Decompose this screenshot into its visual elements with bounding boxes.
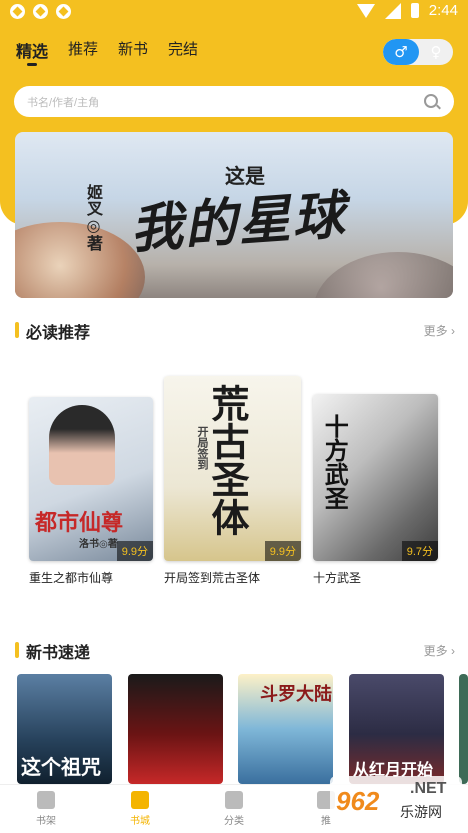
section-accent-bar xyxy=(15,322,19,338)
book-cover[interactable] xyxy=(459,674,468,784)
category-icon xyxy=(225,791,243,809)
must-read-header: 必读推荐 更多 › xyxy=(15,318,455,342)
book-title: 重生之都市仙尊 xyxy=(29,571,114,585)
search-placeholder: 书名/作者/主角 xyxy=(27,97,100,109)
book-cover[interactable]: 荒古圣体 开局签到 9.9分 xyxy=(164,376,301,561)
cover-author: 洛书◎著 xyxy=(79,539,118,550)
book-cover[interactable] xyxy=(128,674,223,784)
more-link[interactable]: 更多 › xyxy=(424,642,455,659)
tab-new-books[interactable]: 新书 xyxy=(118,38,148,62)
battery-icon xyxy=(410,3,419,18)
top-tabs: 精选 推荐 新书 完结 xyxy=(16,38,198,62)
bookshelf-icon xyxy=(37,791,55,809)
book-cover[interactable]: 都市仙尊 洛书◎著 9.9分 xyxy=(29,397,153,561)
watermark: 962 .NET 乐游网 xyxy=(330,776,462,826)
nav-label: 书城 xyxy=(130,816,150,827)
nav-category[interactable]: 分类 xyxy=(204,791,264,827)
status-time: 2:44 xyxy=(428,2,458,19)
new-books-header: 新书速递 更多 › xyxy=(15,638,455,662)
score-badge: 9.9分 xyxy=(116,541,153,561)
book-cover[interactable]: 斗罗大陆 xyxy=(238,674,333,784)
nav-label: 分类 xyxy=(224,816,244,827)
app-notification-icon xyxy=(33,4,48,19)
app-notification-icon xyxy=(10,4,25,19)
more-link[interactable]: 更多 › xyxy=(424,322,455,339)
cover-title: 都市仙尊 xyxy=(35,510,124,536)
female-icon[interactable]: ♀ xyxy=(419,39,453,65)
watermark-net: .NET xyxy=(410,780,447,797)
cover-title: 十方武圣 xyxy=(320,414,350,510)
book-cover[interactable]: 十方武圣 9.7分 xyxy=(313,394,438,561)
book-cover[interactable]: 从红月开始 xyxy=(349,674,444,784)
book-cover[interactable]: 这个祖咒 xyxy=(17,674,112,784)
book-card[interactable]: 都市仙尊 洛书◎著 9.9分 重生之都市仙尊 xyxy=(29,397,153,586)
wifi-icon xyxy=(356,3,375,18)
banner-author: 姬叉◎著 xyxy=(84,184,103,251)
tab-recommended[interactable]: 推荐 xyxy=(68,38,98,62)
nav-label: 书架 xyxy=(36,816,56,827)
cover-figure xyxy=(49,405,115,485)
book-title: 开局签到荒古圣体 xyxy=(164,571,261,585)
male-icon[interactable]: ♂ xyxy=(383,39,419,65)
section-accent-bar xyxy=(15,642,19,658)
nav-bookstore[interactable]: 书城 xyxy=(110,791,170,827)
bookstore-icon xyxy=(131,791,149,809)
banner-planet-left xyxy=(15,222,145,298)
book-card[interactable]: 十方武圣 9.7分 十方武圣 xyxy=(313,394,438,586)
tab-completed[interactable]: 完结 xyxy=(168,38,198,62)
book-card[interactable]: 荒古圣体 开局签到 9.9分 开局签到荒古圣体 xyxy=(164,376,301,586)
score-badge: 9.7分 xyxy=(401,541,438,561)
banner-title: 我的星球 xyxy=(128,184,349,261)
gender-toggle[interactable]: ♂ ♀ xyxy=(383,39,453,65)
active-tab-indicator xyxy=(27,63,37,66)
score-badge: 9.9分 xyxy=(264,541,301,561)
tab-featured[interactable]: 精选 xyxy=(16,38,48,62)
status-bar: 2:44 xyxy=(0,0,468,24)
signal-icon xyxy=(384,2,401,19)
watermark-logo: 962 xyxy=(336,785,380,816)
watermark-sub: 乐游网 xyxy=(400,804,442,820)
cover-subtitle: 开局签到 xyxy=(196,426,209,470)
banner-planet-right xyxy=(313,252,453,298)
cover-title: 荒古圣体 xyxy=(205,384,250,536)
search-input[interactable]: 书名/作者/主角 xyxy=(14,86,454,117)
banner[interactable]: 这是 我的星球 姬叉◎著 xyxy=(15,132,453,298)
cover-title: 这个祖咒 xyxy=(21,755,101,779)
app-notification-icon xyxy=(56,4,71,19)
section-title: 新书速递 xyxy=(26,645,91,662)
section-title: 必读推荐 xyxy=(26,325,91,342)
search-icon[interactable] xyxy=(424,94,438,108)
cover-title: 斗罗大陆 xyxy=(260,684,332,705)
nav-bookshelf[interactable]: 书架 xyxy=(16,791,76,827)
book-title: 十方武圣 xyxy=(313,571,362,585)
